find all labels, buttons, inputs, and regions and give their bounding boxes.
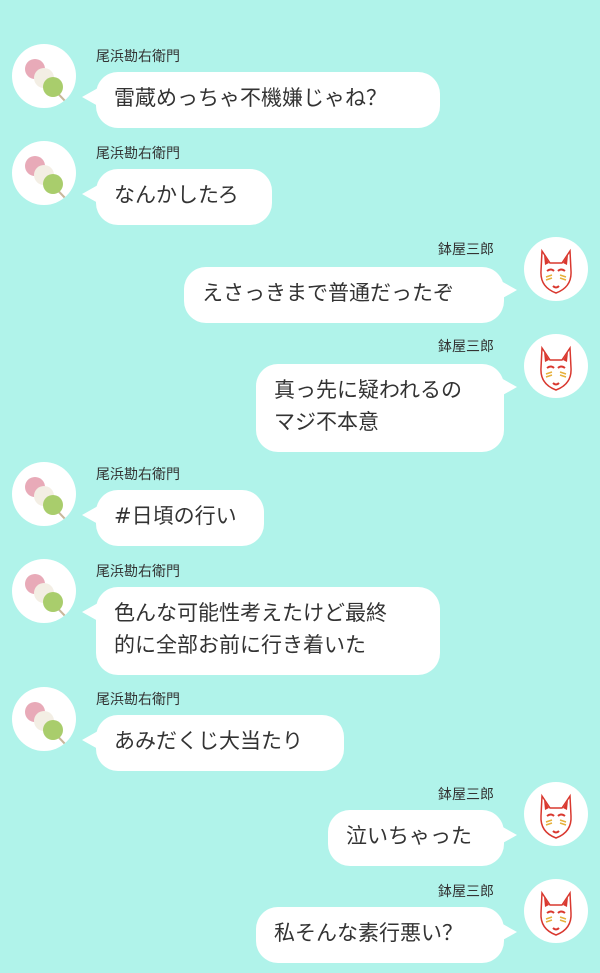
- sender-name: 尾浜勘右衛門: [96, 146, 180, 162]
- avatar[interactable]: [524, 237, 588, 301]
- message-bubble[interactable]: 雷蔵めっちゃ不機嫌じゃね？: [96, 72, 440, 128]
- avatar[interactable]: [524, 879, 588, 943]
- message-bubble[interactable]: 真っ先に疑われるの マジ不本意: [256, 364, 504, 452]
- avatar[interactable]: [12, 141, 76, 205]
- fox-mask-icon: [540, 793, 572, 839]
- dango-icon: [25, 59, 67, 103]
- dango-icon: [25, 477, 67, 521]
- dango-icon: [25, 156, 67, 200]
- fox-mask-icon: [540, 345, 572, 391]
- message-bubble[interactable]: 泣いちゃった: [328, 810, 504, 866]
- avatar[interactable]: [524, 334, 588, 398]
- fox-mask-icon: [540, 890, 572, 936]
- avatar[interactable]: [524, 782, 588, 846]
- message-bubble[interactable]: 私そんな素行悪い？: [256, 907, 504, 963]
- message-bubble[interactable]: えさっきまで普通だったぞ: [184, 267, 504, 323]
- message-bubble[interactable]: 色んな可能性考えたけど最終 的に全部お前に行き着いた: [96, 587, 440, 675]
- sender-name: 鉢屋三郎: [438, 339, 494, 355]
- sender-name: 鉢屋三郎: [438, 242, 494, 258]
- dango-icon: [25, 574, 67, 618]
- sender-name: 鉢屋三郎: [438, 884, 494, 900]
- avatar[interactable]: [12, 687, 76, 751]
- sender-name: 鉢屋三郎: [438, 787, 494, 803]
- message-bubble[interactable]: なんかしたろ: [96, 169, 272, 225]
- dango-icon: [25, 702, 67, 746]
- sender-name: 尾浜勘右衛門: [96, 692, 180, 708]
- sender-name: 尾浜勘右衛門: [96, 467, 180, 483]
- fox-mask-icon: [540, 248, 572, 294]
- sender-name: 尾浜勘右衛門: [96, 564, 180, 580]
- avatar[interactable]: [12, 44, 76, 108]
- message-bubble[interactable]: あみだくじ大当たり: [96, 715, 344, 771]
- message-bubble[interactable]: #日頃の行い: [96, 490, 264, 546]
- avatar[interactable]: [12, 462, 76, 526]
- avatar[interactable]: [12, 559, 76, 623]
- sender-name: 尾浜勘右衛門: [96, 49, 180, 65]
